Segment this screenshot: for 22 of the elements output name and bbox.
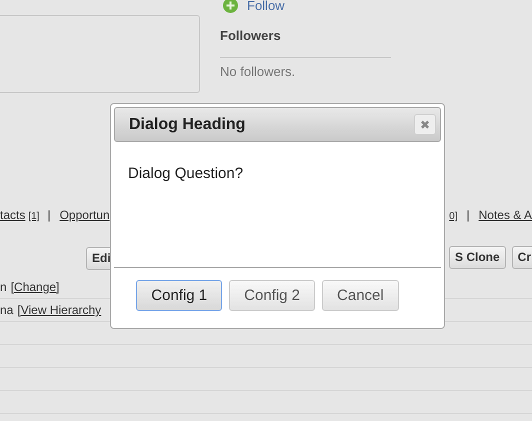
dialog-button[interactable]: Config 2	[229, 280, 316, 311]
detail-text: n	[0, 280, 7, 294]
toolbar-button[interactable]: S Clone	[448, 246, 506, 268]
plus-icon	[223, 0, 238, 13]
detail-link[interactable]: [Change]	[10, 280, 60, 294]
follow-link[interactable]: Follow	[247, 0, 285, 13]
dialog-title: Dialog Heading	[129, 116, 246, 134]
separator: |	[466, 208, 470, 222]
toolbar-button[interactable]: Cr	[512, 246, 532, 268]
separator: |	[47, 208, 51, 222]
dialog-button[interactable]: Config 1	[136, 280, 222, 311]
related-link[interactable]: Notes & A	[478, 208, 532, 222]
count-link[interactable]: 0]	[449, 211, 458, 222]
related-link[interactable]: Opportun	[60, 208, 110, 222]
dialog-question: Dialog Question?	[128, 165, 244, 182]
detail-text: na	[0, 303, 14, 317]
detail-link[interactable]: [View Hierarchy	[17, 303, 102, 317]
count-link[interactable]: [1]	[28, 211, 40, 222]
dialog-button[interactable]: Cancel	[322, 280, 399, 311]
related-link[interactable]: tacts	[0, 208, 26, 222]
followers-heading: Followers	[220, 28, 391, 58]
followers-empty-text: No followers.	[220, 64, 296, 79]
